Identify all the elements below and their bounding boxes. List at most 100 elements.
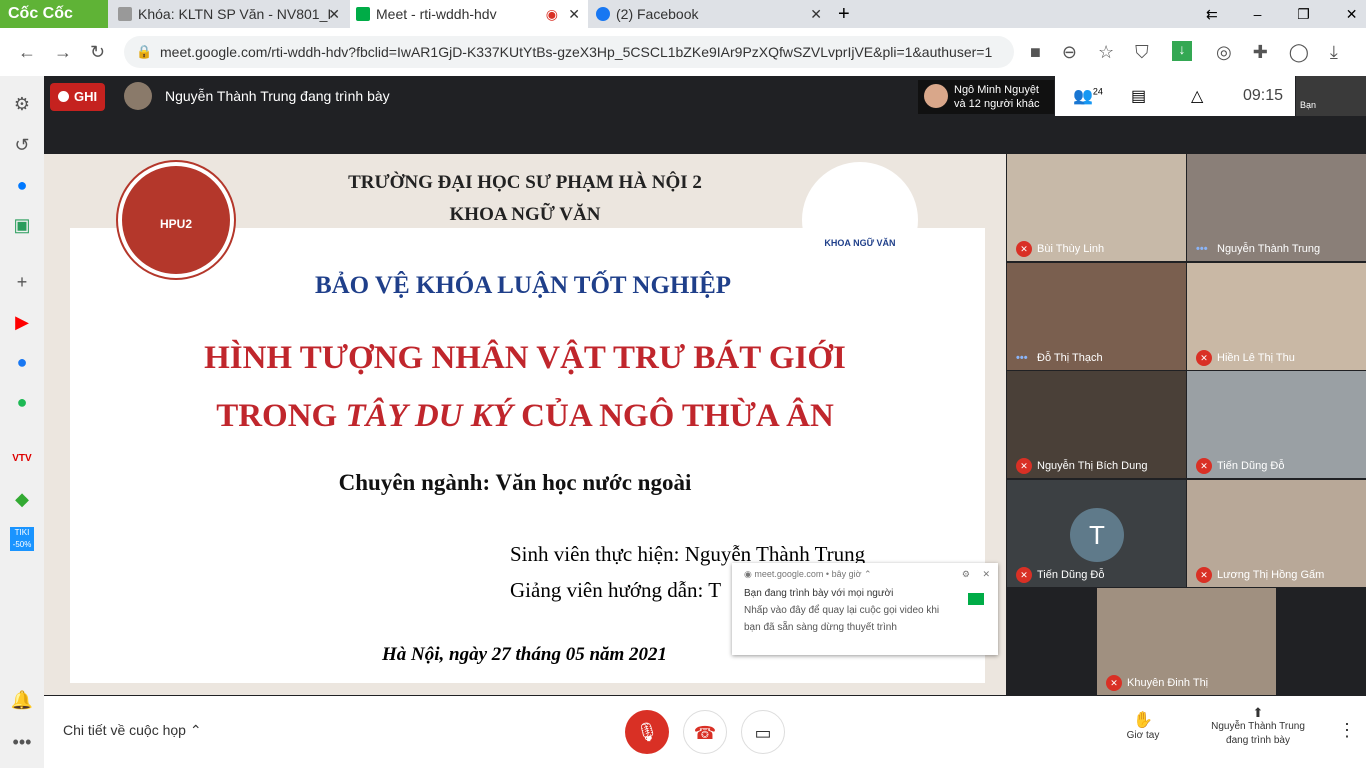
tab-facebook[interactable]: (2) Facebook ✕	[590, 0, 830, 28]
participant-tile[interactable]: ✕ Nguyễn Thị Bích Dung	[1007, 371, 1186, 478]
activities-icon[interactable]: △	[1191, 86, 1203, 106]
more-icon[interactable]: •••	[10, 730, 34, 754]
game-icon[interactable]: ▣	[10, 213, 34, 237]
settings-icon[interactable]: ⚙	[10, 92, 34, 116]
close-icon[interactable]: ✕	[328, 0, 340, 28]
slide-heading: BẢO VỆ KHÓA LUẬN TỐT NGHIỆP	[314, 272, 732, 299]
participant-tile[interactable]: ✕ Tiến Dũng Đỗ	[1187, 371, 1366, 478]
meeting-details-label: Chi tiết về cuộc họp	[63, 722, 186, 738]
title-part: TÂY DU KÝ	[345, 398, 513, 434]
forward-icon[interactable]: →	[54, 28, 72, 76]
participant-name: Khuyên Đinh Thị	[1127, 677, 1209, 689]
presenter-status: Nguyễn Thành Trung đang trình bày	[165, 88, 390, 104]
faculty-name: KHOA NGỮ VĂN	[449, 204, 601, 225]
game2-icon[interactable]: ◆	[10, 487, 34, 511]
back-icon[interactable]: ←	[18, 28, 36, 76]
present-icon: ⬆	[1252, 705, 1264, 720]
clock: 09:15	[1243, 87, 1284, 104]
mic-off-icon: ✕	[1196, 349, 1212, 366]
facebook-icon[interactable]: ●	[10, 350, 34, 374]
hand-icon: ✋	[1133, 712, 1153, 729]
spotify-icon[interactable]: ●	[10, 390, 34, 414]
participant-name: Tiến Dũng Đỗ	[1217, 460, 1285, 472]
leave-call-button[interactable]: ☎	[683, 710, 727, 754]
notification-title: Bạn đang trình bày với mọi người	[744, 588, 894, 599]
thesis-title-2: TRONG TÂY DU KÝ CỦA NGÔ THỪA ÂN	[44, 398, 1006, 435]
meet-icon	[968, 593, 984, 605]
major: Chuyên ngành: Văn học nước ngoài	[338, 470, 692, 495]
mic-off-icon: ✕	[1016, 566, 1032, 583]
participant-count: 24	[1092, 86, 1103, 97]
speaking-indicator-icon: •••	[1016, 351, 1028, 364]
tab-khoa[interactable]: Khóa: KLTN SP Văn - NV801_I ✕	[112, 0, 348, 28]
participant-name: Nguyễn Thành Trung	[1217, 243, 1321, 255]
facebook-icon	[596, 7, 610, 21]
presenting-label: Nguyễn Thành Trung	[1211, 721, 1305, 732]
address-bar[interactable]: meet.google.com/rti-wddh-hdv?fbclid=IwAR…	[124, 36, 1014, 68]
download-icon[interactable]: ↓	[1172, 41, 1192, 61]
self-view[interactable]: Bạn	[1296, 76, 1366, 116]
mic-off-icon: ✕	[1016, 241, 1032, 257]
notification-text: Nhấp vào đây để quay lại cuộc gọi video …	[744, 605, 940, 616]
meeting-details-button[interactable]: Chi tiết về cuộc họp ⌃	[63, 722, 202, 739]
close-icon[interactable]: ✕	[810, 0, 822, 28]
mic-off-icon: ✕	[1016, 458, 1032, 474]
add-icon[interactable]: +	[10, 270, 34, 294]
mic-off-button[interactable]: 🎙	[625, 710, 669, 754]
meet-top-actions: 👥24 ▤ △ 09:15	[1055, 76, 1295, 116]
notification-text: bạn đã sẵn sàng dừng thuyết trình	[744, 622, 897, 633]
more-options-icon[interactable]: ⋮	[1338, 720, 1356, 741]
recording-badge[interactable]: GHI	[50, 83, 105, 111]
avatar: T	[1070, 507, 1124, 562]
history-icon[interactable]: ↺	[10, 133, 34, 157]
mic-off-icon: ✕	[1196, 458, 1212, 474]
viewers-indicator[interactable]: Ngô Minh Nguyệt và 12 người khác	[918, 80, 1054, 114]
participant-tile[interactable]: ••• Đỗ Thị Thạch	[1007, 262, 1186, 370]
participant-tile[interactable]: T ✕ Tiến Dũng Đỗ	[1007, 479, 1186, 587]
page-icon	[118, 7, 132, 21]
people-icon[interactable]: 👥24	[1073, 86, 1103, 106]
tiki-icon[interactable]: TIKI -50%	[10, 527, 34, 551]
title-part: CỦA NGÔ THỪA ÂN	[512, 398, 834, 434]
presenting-button[interactable]: ⬆ Nguyễn Thành Trung đang trình bày	[1200, 706, 1316, 748]
participant-tile[interactable]: ✕ Lương Thị Hồng Gấm	[1187, 479, 1366, 587]
participant-tile[interactable]: ✕ Hiền Lê Thị Thu	[1187, 262, 1366, 370]
tab-title: Meet - rti-wddh-hdv	[376, 6, 497, 22]
mic-off-icon: ✕	[1106, 675, 1122, 691]
tab-title: (2) Facebook	[616, 6, 699, 22]
raise-hand-label: Giơ tay	[1126, 730, 1160, 741]
youtube-icon[interactable]: ▶	[10, 310, 34, 334]
viewer-name: Ngô Minh Nguyệt	[954, 84, 1039, 96]
camera-button[interactable]: ▭	[741, 710, 785, 754]
participant-tile[interactable]: ••• Nguyễn Thành Trung	[1187, 154, 1366, 261]
presenting-notification[interactable]: ◉ meet.google.com • bây giờ ⌃ ⚙ ✕ Bạn đang…	[732, 563, 998, 655]
speaking-indicator-icon: •••	[1196, 243, 1208, 255]
extension-icons[interactable]: ◎ ✚ ◯ ⤓	[1216, 28, 1338, 76]
messenger-icon[interactable]: ●	[10, 173, 34, 197]
chat-icon[interactable]: ▤	[1131, 86, 1146, 106]
participant-name: Bùi Thùy Linh	[1037, 243, 1105, 255]
reload-icon[interactable]: ↻	[90, 28, 105, 76]
close-icon[interactable]: ✕	[982, 569, 990, 580]
raise-hand-button[interactable]: ✋ Giơ tay	[1112, 710, 1174, 741]
settings-icon[interactable]: ⚙	[962, 569, 970, 580]
participant-name: Hiền Lê Thị Thu	[1217, 351, 1295, 364]
browser-logo[interactable]: Cốc Cốc	[0, 0, 108, 28]
presenting-label: đang trình bày	[1226, 735, 1290, 746]
notification-bell-icon[interactable]: 🔔	[10, 688, 34, 712]
window-controls[interactable]: ⇇ – ❐ ✕	[1206, 0, 1357, 28]
title-part: TRONG	[216, 398, 346, 434]
lock-icon[interactable]: 🔒	[136, 28, 152, 76]
participant-tile[interactable]: ✕ Khuyên Đinh Thị	[1097, 588, 1276, 695]
address-actions[interactable]: ■ ⊖ ☆ ⛉	[1030, 28, 1149, 76]
self-label: Bạn	[1300, 100, 1317, 110]
notification-time: bây giờ	[831, 569, 862, 579]
advisor: Giảng viên hướng dẫn: T	[510, 578, 722, 602]
tab-meet[interactable]: Meet - rti-wddh-hdv ◉ ✕	[350, 0, 588, 28]
participant-tile[interactable]: ✕ Bùi Thùy Linh	[1007, 154, 1186, 261]
meet-icon	[356, 7, 370, 21]
vtv-icon[interactable]: VTV	[10, 447, 34, 471]
new-tab-button[interactable]: +	[838, 0, 850, 28]
close-icon[interactable]: ✕	[568, 0, 580, 28]
mic-off-icon: ✕	[1196, 566, 1212, 583]
